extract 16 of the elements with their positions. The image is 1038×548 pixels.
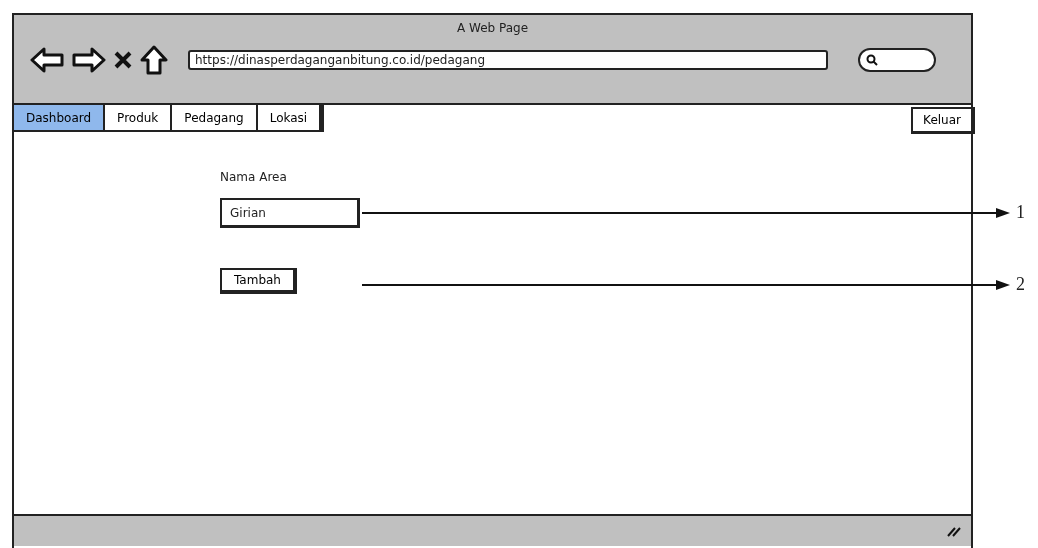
home-icon[interactable] xyxy=(140,45,168,75)
back-icon[interactable] xyxy=(30,47,64,73)
callout-number: 2 xyxy=(1016,274,1025,294)
forward-icon[interactable] xyxy=(72,47,106,73)
field-label: Nama Area xyxy=(220,170,287,184)
add-button[interactable]: Tambah xyxy=(220,268,297,294)
window-title: A Web Page xyxy=(456,21,529,35)
callout-number: 1 xyxy=(1016,202,1025,222)
area-name-field[interactable]: Girian xyxy=(220,198,360,228)
search-field[interactable] xyxy=(858,48,936,72)
url-field[interactable]: https://dinasperdaganganbitung.co.id/pedagang xyxy=(188,50,828,70)
resize-grip-icon[interactable] xyxy=(947,525,961,537)
close-icon[interactable] xyxy=(114,51,132,69)
search-icon xyxy=(866,54,878,66)
logout-button[interactable]: Keluar xyxy=(911,107,975,134)
nav-tab[interactable]: Dashboard xyxy=(14,105,106,130)
